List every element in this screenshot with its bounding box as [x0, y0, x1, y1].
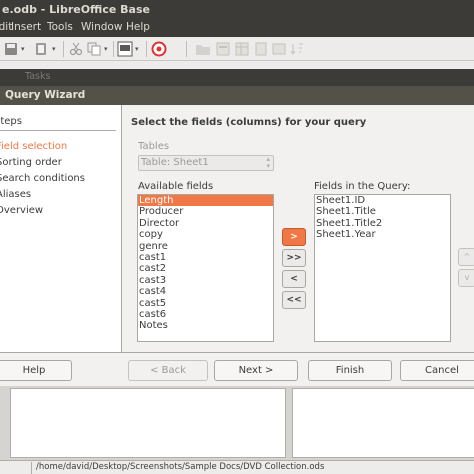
open-folder-icon[interactable]: [195, 41, 211, 57]
available-field-item[interactable]: cast5: [138, 298, 273, 309]
print-icon[interactable]: [117, 41, 133, 57]
query-icon[interactable]: [271, 41, 287, 57]
step-overview[interactable]: Overview: [0, 205, 43, 216]
dropdown-arrow-icon[interactable]: ▾: [135, 41, 139, 57]
form-icon[interactable]: [215, 41, 231, 57]
query-field-item[interactable]: Sheet1.ID: [315, 195, 450, 206]
window-title-bar: e.odb - LibreOffice Base: [0, 0, 474, 20]
step-search-conditions[interactable]: Search conditions: [0, 173, 85, 184]
remove-field-button[interactable]: <: [282, 270, 306, 288]
menu-window[interactable]: Window: [81, 18, 122, 37]
tasks-band: [0, 69, 474, 86]
clipboard-icon[interactable]: [33, 41, 49, 57]
sort-icon[interactable]: [289, 41, 305, 57]
query-field-item[interactable]: Sheet1.Title2: [315, 218, 450, 229]
toolbar-separator: [186, 41, 187, 57]
status-bar: /home/david/Desktop/Screenshots/Sample D…: [0, 460, 474, 474]
toolbar-separator: [113, 41, 114, 57]
available-field-item[interactable]: Notes: [138, 320, 273, 331]
cut-icon[interactable]: [68, 41, 84, 57]
remove-all-fields-button[interactable]: <<: [282, 291, 306, 309]
query-fields-label: Fields in the Query:: [314, 181, 411, 192]
step-sorting-order[interactable]: Sorting order: [0, 157, 62, 168]
available-fields-list[interactable]: Length Producer Director copy genre cast1 cast…: [137, 194, 274, 342]
save-icon[interactable]: [3, 41, 19, 57]
tables-combo[interactable]: Table: Sheet1 ▴ ▾: [138, 155, 274, 171]
menu-tools[interactable]: Tools: [47, 18, 73, 37]
dropdown-arrow-icon[interactable]: ▾: [52, 41, 56, 57]
steps-header: Steps: [0, 116, 22, 127]
window-title: e.odb - LibreOffice Base: [2, 3, 150, 16]
status-path: /home/david/Desktop/Screenshots/Sample D…: [36, 462, 325, 472]
tables-combo-value: Table: Sheet1: [141, 157, 209, 168]
move-down-button[interactable]: v: [458, 269, 474, 287]
toolbar-strip: [0, 61, 474, 69]
help-icon[interactable]: [151, 41, 167, 57]
next-button[interactable]: Next >: [214, 360, 298, 381]
query-fields-list[interactable]: Sheet1.ID Sheet1.Title Sheet1.Title2 Sheet1…: [314, 194, 451, 342]
toolbar-separator: [146, 41, 147, 57]
available-field-item[interactable]: cast6: [138, 309, 273, 320]
toolbar-separator: [63, 41, 64, 57]
menu-bar: Edit Insert Tools Window Help: [0, 18, 474, 37]
step-aliases[interactable]: Aliases: [0, 189, 31, 200]
back-button[interactable]: < Back: [128, 360, 208, 381]
tables-label: Tables: [138, 141, 170, 152]
preview-panel-left: [10, 388, 286, 458]
cancel-button[interactable]: Cancel: [400, 360, 474, 381]
query-wizard-dialog: Steps Field selection Sorting order Sear…: [0, 105, 474, 352]
table-icon[interactable]: [234, 41, 250, 57]
finish-button[interactable]: Finish: [308, 360, 392, 381]
dropdown-arrow-icon[interactable]: ▾: [104, 41, 108, 57]
add-all-fields-button[interactable]: >>: [282, 249, 306, 267]
move-up-button[interactable]: ^: [458, 248, 474, 266]
dialog-title: Query Wizard: [5, 89, 86, 101]
available-field-item[interactable]: copy: [138, 229, 273, 240]
menu-insert[interactable]: Insert: [11, 18, 41, 37]
report-icon[interactable]: [253, 41, 269, 57]
available-fields-label: Available fields: [138, 181, 214, 192]
preview-panel-right: [292, 388, 474, 458]
steps-divider: [0, 130, 116, 131]
available-field-item[interactable]: cast1: [138, 252, 273, 263]
dropdown-arrow-icon[interactable]: ▾: [21, 41, 25, 57]
copy-icon[interactable]: [86, 41, 102, 57]
available-field-item[interactable]: cast2: [138, 263, 273, 274]
tasks-label: Tasks: [25, 71, 51, 82]
available-field-item[interactable]: cast3: [138, 275, 273, 286]
dialog-title-bar: Query Wizard: [0, 86, 474, 105]
page-heading: Select the fields (columns) for your que…: [131, 117, 367, 128]
available-field-item[interactable]: cast4: [138, 286, 273, 297]
available-field-item[interactable]: Length: [138, 195, 273, 207]
help-button[interactable]: Help: [0, 360, 72, 381]
available-field-item[interactable]: genre: [138, 241, 273, 252]
available-field-item[interactable]: Director: [138, 218, 273, 229]
standard-toolbar: ▾ ▾ ▾ ▾: [0, 37, 474, 61]
query-field-item[interactable]: Sheet1.Year: [315, 229, 450, 240]
status-divider: [31, 462, 32, 474]
query-field-item[interactable]: Sheet1.Title: [315, 206, 450, 217]
add-field-button[interactable]: >: [282, 228, 306, 246]
document-area: [0, 386, 474, 460]
steps-pane: Steps Field selection Sorting order Sear…: [0, 105, 122, 352]
available-field-item[interactable]: Producer: [138, 206, 273, 217]
step-field-selection[interactable]: Field selection: [0, 141, 67, 152]
dialog-button-bar: Help < Back Next > Finish Cancel: [0, 352, 474, 386]
spin-arrows-icon: ▴ ▾: [266, 155, 270, 170]
menu-help[interactable]: Help: [126, 18, 150, 37]
